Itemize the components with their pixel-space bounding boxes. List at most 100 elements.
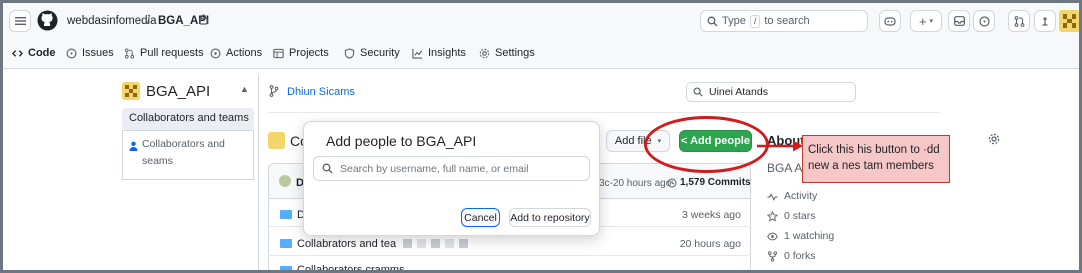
gear-icon[interactable] bbox=[988, 133, 1000, 148]
folder-icon bbox=[280, 239, 292, 248]
search-icon bbox=[707, 16, 718, 26]
file-name[interactable]: Collabrators and tea bbox=[297, 238, 396, 250]
about-description: BGA A bbox=[767, 161, 803, 175]
star-icon bbox=[767, 210, 778, 222]
tab-settings-label: Settings bbox=[495, 47, 535, 59]
sidebar-subpanel: Collaborators and seams bbox=[122, 130, 254, 180]
stars-link[interactable]: 0 stars bbox=[767, 210, 816, 222]
global-header: webdasinfomedia / BGA_API Type / to sear… bbox=[3, 3, 1079, 39]
tab-security[interactable]: Security bbox=[344, 47, 400, 59]
issues-shortcut-icon[interactable] bbox=[973, 10, 995, 32]
redacted-block bbox=[403, 239, 413, 248]
annotation-highlight-ring bbox=[644, 116, 769, 173]
watching-count: 1 watching bbox=[784, 230, 835, 242]
global-search-input[interactable]: Type / to search bbox=[700, 10, 868, 32]
annotation-arrow bbox=[757, 140, 803, 152]
file-time: 20 hours ago bbox=[679, 237, 741, 250]
commit-time: 3c-20 hours ago bbox=[599, 178, 672, 189]
tab-code[interactable]: Code bbox=[12, 47, 56, 59]
folder-icon bbox=[280, 266, 292, 270]
redacted-block bbox=[417, 239, 427, 248]
owner-link[interactable]: webdasinfomedia bbox=[67, 15, 157, 27]
user-avatar[interactable] bbox=[1059, 10, 1079, 32]
add-to-repository-button[interactable]: Add to repository bbox=[509, 208, 591, 227]
search-placeholder-prefix: Type bbox=[722, 15, 746, 27]
tab-pull-requests-label: Pull requests bbox=[140, 47, 204, 59]
file-name[interactable]: Collaborators cramms bbox=[297, 264, 405, 270]
annotation-line-2: new a nes tam members bbox=[808, 160, 934, 172]
notifications-icon[interactable] bbox=[1034, 10, 1056, 32]
tab-code-label: Code bbox=[28, 47, 56, 59]
people-search-placeholder: Search by username, full name, or email bbox=[340, 162, 529, 175]
pull-requests-shortcut-icon[interactable] bbox=[1008, 10, 1030, 32]
redacted-block bbox=[459, 239, 469, 248]
tab-security-label: Security bbox=[360, 47, 400, 59]
add-people-dialog: Add people to BGA_API Search by username… bbox=[303, 121, 600, 236]
tab-insights-label: Insights bbox=[428, 47, 466, 59]
lock-icon bbox=[199, 14, 208, 27]
code-icon bbox=[12, 49, 23, 57]
tab-settings[interactable]: Settings bbox=[479, 47, 535, 59]
stars-count: 0 stars bbox=[784, 210, 816, 222]
sidebar-divider bbox=[258, 75, 259, 270]
activity-label: Activity bbox=[784, 190, 818, 202]
tab-issues[interactable]: Issues bbox=[66, 47, 114, 59]
main-divider bbox=[268, 112, 940, 113]
tab-projects-label: Projects bbox=[289, 47, 329, 59]
branch-icon bbox=[269, 85, 279, 100]
sidebar-subitem-line1[interactable]: Collaborators and bbox=[142, 138, 225, 150]
search-icon bbox=[693, 87, 703, 97]
search-shortcut-key: / bbox=[749, 14, 761, 28]
annotation-line-1: Click this his button to ·dd bbox=[808, 144, 940, 156]
dialog-title: Add people to BGA_API bbox=[326, 133, 477, 149]
search-icon bbox=[322, 163, 333, 174]
forks-count: 0 forks bbox=[784, 250, 816, 262]
fork-icon bbox=[768, 250, 777, 262]
browser-frame: webdasinfomedia / BGA_API Type / to sear… bbox=[0, 0, 1082, 273]
file-time: 3 weeks ago bbox=[682, 208, 741, 221]
people-search-input[interactable]: Search by username, full name, or email bbox=[313, 156, 590, 181]
sidebar-item-collaborators-teams[interactable]: Collaborators and teams bbox=[122, 108, 254, 130]
person-icon bbox=[129, 140, 138, 154]
shield-icon bbox=[344, 47, 355, 59]
forks-link[interactable]: 0 forks bbox=[767, 250, 816, 262]
commit-count-link[interactable]: 1,579 Commits bbox=[667, 177, 751, 188]
path-separator: / bbox=[147, 15, 151, 27]
redacted-block bbox=[445, 239, 455, 248]
repo-search-value: Uinei Atands bbox=[709, 86, 768, 98]
committer-avatar bbox=[279, 175, 291, 187]
graph-icon bbox=[412, 48, 423, 59]
commit-count: 1,579 Commits bbox=[680, 177, 751, 188]
issue-icon bbox=[66, 48, 77, 58]
github-logo-icon[interactable] bbox=[37, 10, 58, 31]
table-icon bbox=[273, 48, 284, 58]
history-icon bbox=[667, 178, 677, 187]
gear-icon bbox=[479, 48, 490, 58]
branch-link[interactable]: Dhiun Sicams bbox=[287, 86, 355, 98]
sidebar-repo-name: BGA_API bbox=[146, 83, 211, 100]
create-new-icon[interactable]: + ▾ bbox=[910, 10, 942, 32]
search-placeholder-suffix: to search bbox=[764, 15, 810, 27]
copilot-icon[interactable] bbox=[879, 10, 901, 32]
inbox-icon[interactable] bbox=[948, 10, 970, 32]
pulse-icon bbox=[767, 192, 778, 201]
sidebar-subitem-line2[interactable]: seams bbox=[142, 155, 173, 167]
tab-issues-label: Issues bbox=[82, 47, 114, 59]
tab-pull-requests[interactable]: Pull requests bbox=[124, 47, 204, 59]
cancel-button[interactable]: Cancel bbox=[461, 208, 500, 227]
tab-insights[interactable]: Insights bbox=[412, 47, 466, 59]
repo-title-avatar bbox=[268, 132, 285, 149]
activity-link[interactable]: Activity bbox=[767, 190, 817, 202]
file-row[interactable]: Collaborators cramms bbox=[268, 261, 751, 270]
tab-actions-label: Actions bbox=[226, 47, 263, 59]
folder-icon bbox=[280, 210, 292, 219]
eye-icon bbox=[767, 232, 778, 240]
hamburger-menu-icon[interactable] bbox=[9, 10, 31, 32]
chevron-up-icon[interactable]: ▲ bbox=[240, 84, 249, 94]
watching-link[interactable]: 1 watching bbox=[767, 230, 834, 242]
tab-actions[interactable]: Actions bbox=[210, 47, 262, 59]
repo-search-input[interactable]: Uinei Atands bbox=[686, 82, 856, 102]
annotation-callout: Click this his button to ·dd new a nes t… bbox=[802, 135, 950, 183]
tab-projects[interactable]: Projects bbox=[273, 47, 329, 59]
pull-request-icon bbox=[124, 47, 135, 59]
